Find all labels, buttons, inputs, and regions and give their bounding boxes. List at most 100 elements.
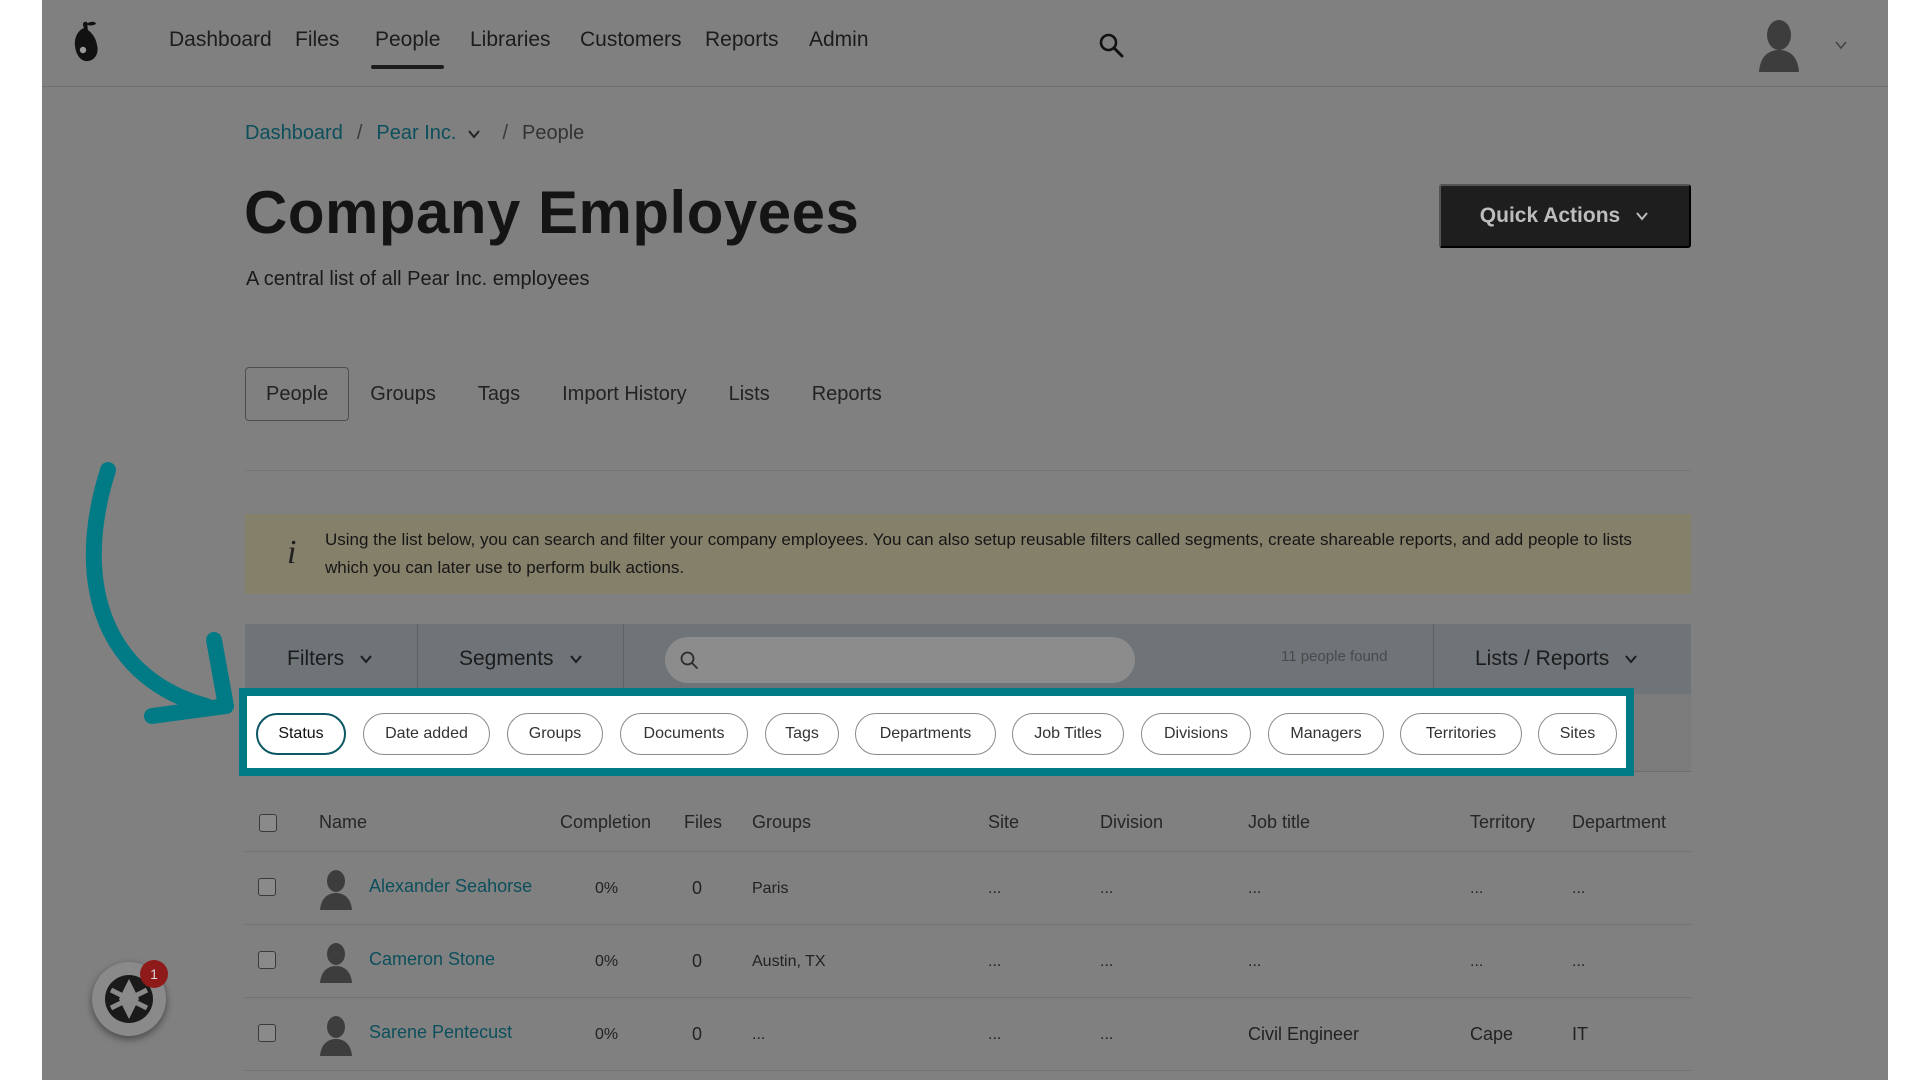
header-completion[interactable]: Completion [560, 812, 651, 833]
person-name-link[interactable]: Sarene Pentecust [369, 1022, 512, 1043]
chevron-down-icon [360, 655, 372, 664]
nav-reports[interactable]: Reports [705, 28, 779, 52]
cell-division: ... [1100, 1026, 1114, 1043]
header-job-title[interactable]: Job title [1248, 812, 1310, 833]
filters-dropdown[interactable]: Filters [287, 624, 374, 694]
filters-label: Filters [287, 647, 345, 670]
chip-groups[interactable]: Groups [507, 713, 603, 755]
cell-division: ... [1100, 953, 1114, 970]
cell-division: ... [1100, 880, 1114, 897]
search-icon[interactable] [1098, 32, 1124, 58]
lists-reports-label: Lists / Reports [1475, 647, 1610, 670]
divider [417, 624, 418, 694]
chip-managers[interactable]: Managers [1268, 713, 1384, 755]
header-territory[interactable]: Territory [1470, 812, 1535, 833]
chip-status[interactable]: Status [256, 713, 346, 755]
page-title: Company Employees [244, 179, 860, 246]
header-department[interactable]: Department [1572, 812, 1666, 833]
cell-completion: 0% [595, 880, 619, 897]
cell-completion: 0% [595, 953, 619, 970]
cell-site: ... [988, 953, 1002, 970]
table-row: Sarene Pentecust 0% 0 ... ... ... Civil … [245, 998, 1691, 1071]
chip-divisions[interactable]: Divisions [1141, 713, 1251, 755]
cell-territory: ... [1470, 953, 1484, 970]
people-search-input[interactable] [665, 637, 1135, 683]
divider [1433, 624, 1434, 694]
cell-groups: ... [752, 1026, 766, 1043]
cell-territory: Cape [1470, 1024, 1514, 1044]
header-site[interactable]: Site [988, 812, 1019, 833]
table-row: Cameron Stone 0% 0 Austin, TX ... ... ..… [245, 925, 1691, 998]
pear-logo-icon[interactable] [66, 18, 106, 68]
chevron-down-icon [1636, 212, 1648, 221]
tab-reports[interactable]: Reports [791, 367, 903, 421]
cell-department: ... [1572, 953, 1586, 970]
nav-files[interactable]: Files [295, 28, 339, 52]
breadcrumb-company[interactable]: Pear Inc. [376, 122, 456, 145]
info-banner: i Using the list below, you can search a… [245, 514, 1691, 594]
section-tabs: People Groups Tags Import History Lists … [245, 367, 903, 421]
chip-date-added[interactable]: Date added [363, 713, 490, 755]
person-avatar-icon [320, 870, 352, 910]
row-checkbox[interactable] [258, 878, 276, 896]
tab-tags[interactable]: Tags [457, 367, 541, 421]
nav-dashboard[interactable]: Dashboard [169, 28, 272, 52]
notification-badge: 1 [140, 960, 168, 988]
divider [245, 470, 1691, 471]
cell-site: ... [988, 1026, 1002, 1043]
table-header: Name Completion Files Groups Site Divisi… [245, 794, 1691, 852]
people-count: 11 people found [1281, 648, 1388, 665]
breadcrumb-separator: / [356, 122, 363, 144]
cell-job-title: ... [1248, 880, 1262, 897]
chip-tags[interactable]: Tags [765, 713, 839, 755]
chevron-down-icon[interactable] [1834, 38, 1848, 52]
breadcrumb-current: People [522, 122, 585, 144]
info-text: Using the list below, you can search and… [325, 530, 1632, 577]
nav-customers[interactable]: Customers [580, 28, 682, 52]
cell-job-title: ... [1248, 953, 1262, 970]
header-division[interactable]: Division [1100, 812, 1163, 833]
chip-departments[interactable]: Departments [855, 713, 996, 755]
tab-lists[interactable]: Lists [708, 367, 791, 421]
row-checkbox[interactable] [258, 951, 276, 969]
quick-actions-button[interactable]: Quick Actions [1439, 184, 1691, 248]
tab-import-history[interactable]: Import History [541, 367, 707, 421]
chip-sites[interactable]: Sites [1538, 713, 1617, 755]
header-groups[interactable]: Groups [752, 812, 811, 833]
nav-admin[interactable]: Admin [809, 28, 869, 52]
lists-reports-dropdown[interactable]: Lists / Reports [1475, 624, 1639, 694]
header-files[interactable]: Files [684, 812, 722, 833]
nav-people[interactable]: People [370, 28, 445, 69]
tab-groups[interactable]: Groups [349, 367, 457, 421]
select-all-checkbox[interactable] [259, 814, 277, 832]
cell-territory: ... [1470, 880, 1484, 897]
cell-job-title: Civil Engineer [1248, 1024, 1360, 1044]
segments-dropdown[interactable]: Segments [459, 624, 584, 694]
user-avatar-icon[interactable] [1756, 18, 1802, 72]
info-icon: i [287, 534, 297, 571]
cell-site: ... [988, 880, 1002, 897]
top-navigation: Dashboard Files People Libraries Custome… [42, 0, 1888, 87]
header-name[interactable]: Name [319, 812, 367, 833]
cell-department: ... [1572, 880, 1586, 897]
nav-libraries[interactable]: Libraries [470, 28, 551, 52]
chevron-down-icon [1625, 655, 1637, 664]
search-icon [680, 651, 698, 669]
chevron-down-icon[interactable] [466, 126, 482, 142]
breadcrumb-dashboard[interactable]: Dashboard [245, 122, 343, 145]
chip-job-titles[interactable]: Job Titles [1012, 713, 1124, 755]
tab-people[interactable]: People [245, 367, 350, 421]
quick-actions-label: Quick Actions [1479, 204, 1621, 227]
cell-groups: Austin, TX [752, 953, 826, 970]
divider [623, 624, 624, 694]
cell-department: IT [1572, 1024, 1588, 1044]
chip-territories[interactable]: Territories [1400, 713, 1522, 755]
chip-documents[interactable]: Documents [620, 713, 748, 755]
table-row: Alexander Seahorse 0% 0 Paris ... ... ..… [245, 852, 1691, 925]
cell-completion: 0% [595, 1026, 619, 1043]
chevron-down-icon [569, 655, 582, 664]
person-name-link[interactable]: Cameron Stone [369, 949, 495, 970]
cell-files: 0 [692, 1024, 703, 1044]
person-name-link[interactable]: Alexander Seahorse [369, 876, 532, 897]
row-checkbox[interactable] [258, 1024, 276, 1042]
